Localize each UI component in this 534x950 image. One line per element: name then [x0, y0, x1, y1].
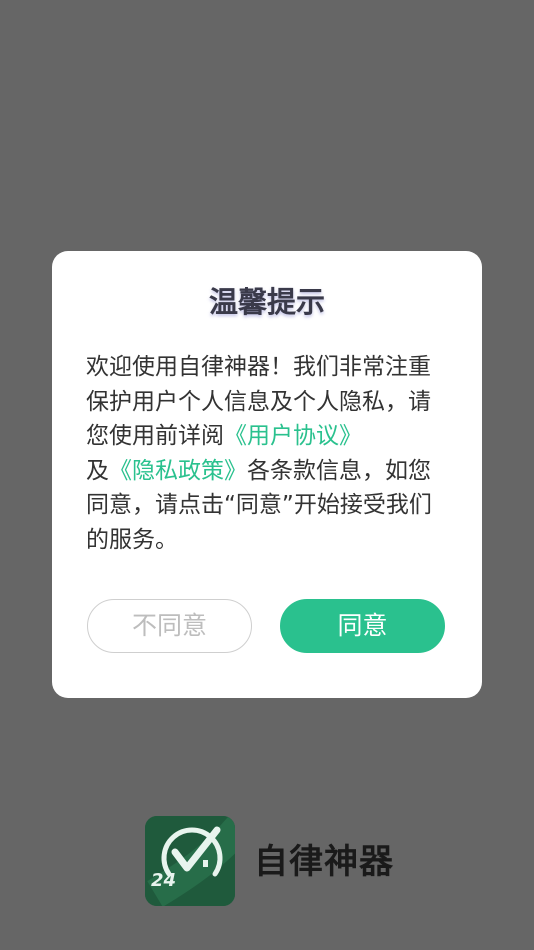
- app-logo: 24: [145, 816, 235, 906]
- svg-text:24: 24: [151, 870, 176, 891]
- user-agreement-link[interactable]: 《用户协议》: [224, 423, 362, 449]
- app-name: 自律神器: [254, 842, 394, 882]
- privacy-policy-link[interactable]: 《隐私政策》: [109, 458, 247, 484]
- dialog-body-text: 及: [86, 457, 109, 484]
- dialog-body: 欢迎使用自律神器！我们非常注重保护用户个人信息及个人隐私，请您使用前详阅《用户协…: [86, 350, 448, 557]
- clock-checkmark-logo-icon: 24: [145, 816, 235, 906]
- agree-button[interactable]: 同意: [280, 599, 445, 653]
- dialog-title: 温馨提示: [208, 285, 325, 319]
- disagree-button[interactable]: 不同意: [87, 599, 252, 653]
